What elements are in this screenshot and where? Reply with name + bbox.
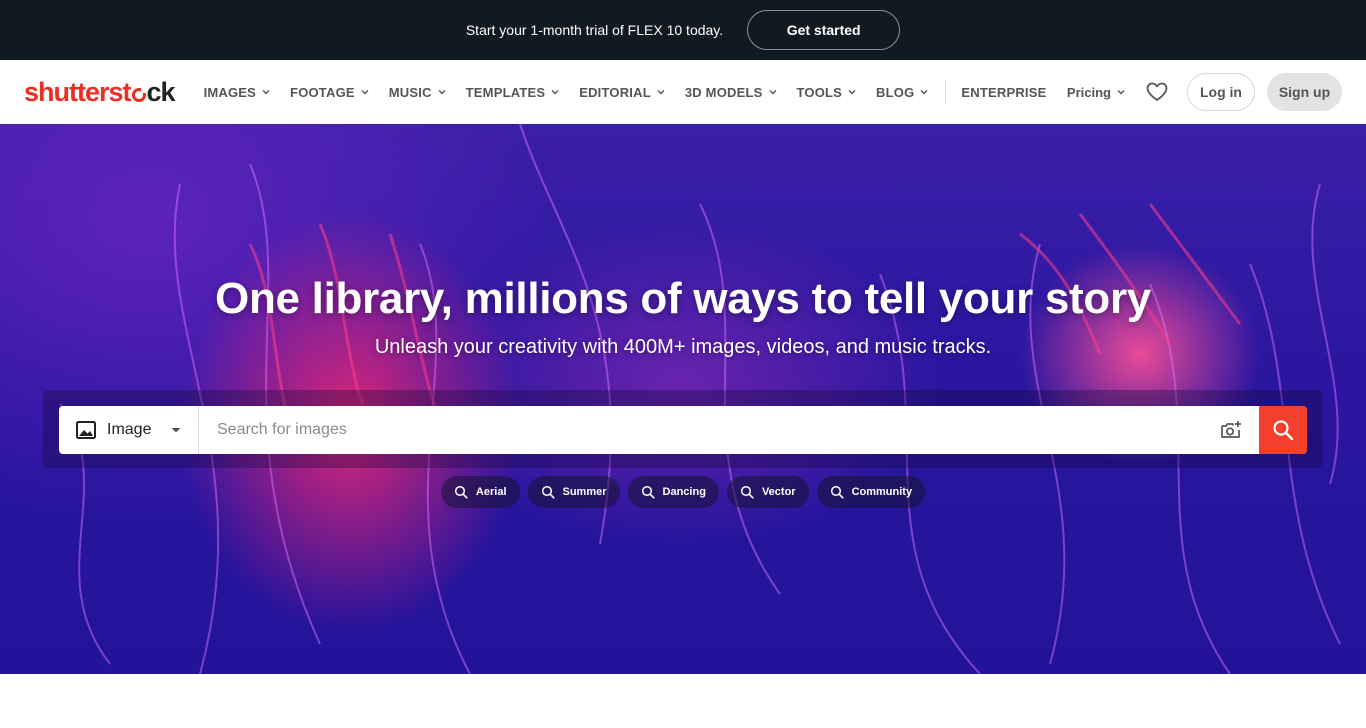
nav-divider (945, 80, 947, 104)
camera-search-icon (1221, 421, 1241, 438)
search-submit-button[interactable] (1259, 406, 1307, 454)
hero-subtitle: Unleash your creativity with 400M+ image… (374, 336, 992, 358)
nav-item-music[interactable]: MUSIC (380, 60, 457, 124)
nav-item-label: IMAGES (203, 84, 257, 100)
search-bar: Image (59, 406, 1307, 454)
logo-text-red: shutterst (24, 76, 132, 107)
hero-content: One library, millions of ways to tell yo… (0, 274, 1366, 359)
suggestion-label: Aerial (475, 486, 507, 498)
nav-item-label: FOOTAGE (290, 84, 355, 100)
get-started-button[interactable]: Get started (747, 10, 901, 50)
suggested-searches: Aerial Summer Dancing Vector Community (0, 476, 1366, 508)
nav-item-label: BLOG (876, 84, 915, 100)
suggestion-chip-vector[interactable]: Vector (726, 476, 809, 508)
suggestion-label: Dancing (662, 486, 706, 498)
chevron-down-icon (920, 90, 928, 95)
nav-item-label: 3D MODELS (684, 84, 763, 100)
suggestion-chip-summer[interactable]: Summer (527, 476, 620, 508)
nav-item-templates[interactable]: TEMPLATES (457, 60, 571, 124)
nav-item-3d-models[interactable]: 3D MODELS (676, 60, 788, 124)
promo-bar: Start your 1-month trial of FLEX 10 toda… (0, 0, 1366, 60)
media-type-label: Image (107, 421, 152, 438)
chevron-down-icon (769, 90, 776, 95)
hero-section: One library, millions of ways to tell yo… (0, 124, 1366, 674)
login-button[interactable]: Log in (1187, 73, 1255, 111)
nav-item-label: TEMPLATES (465, 84, 546, 100)
chevron-down-icon (848, 90, 856, 95)
suggestion-chip-community[interactable]: Community (816, 476, 926, 508)
search-icon (1273, 420, 1294, 441)
chevron-down-icon (657, 90, 665, 95)
suggestion-chip-aerial[interactable]: Aerial (440, 476, 520, 508)
logo-text-dark: ck (146, 76, 176, 107)
main-nav: IMAGES FOOTAGE MUSIC TEMPLATES EDITORIAL… (195, 60, 1056, 124)
suggestion-chip-dancing[interactable]: Dancing (627, 476, 719, 508)
search-icon (641, 485, 655, 499)
suggestion-label: Summer (562, 486, 607, 498)
search-icon (454, 485, 468, 499)
search-container: Image (43, 390, 1323, 468)
chevron-down-icon (361, 90, 369, 95)
search-icon (541, 485, 555, 499)
nav-item-tools[interactable]: TOOLS (788, 60, 868, 124)
shutterstock-logo[interactable]: shutterst ck (24, 76, 176, 108)
chevron-down-icon (1117, 90, 1125, 95)
search-icon (740, 485, 754, 499)
image-icon (76, 421, 96, 439)
pricing-menu[interactable]: Pricing (1067, 85, 1127, 100)
nav-item-label: TOOLS (796, 84, 843, 100)
nav-item-editorial[interactable]: EDITORIAL (570, 60, 676, 124)
nav-item-label: MUSIC (388, 84, 432, 100)
nav-item-label: ENTERPRISE (961, 84, 1047, 100)
promo-text: Start your 1-month trial of FLEX 10 toda… (465, 22, 724, 38)
heart-icon[interactable] (1145, 80, 1169, 104)
search-icon (830, 485, 844, 499)
site-header: shutterst ck IMAGES FOOTAGE MUSIC TEMPLAT… (0, 60, 1366, 124)
media-type-select[interactable]: Image (59, 406, 199, 454)
signup-button[interactable]: Sign up (1267, 73, 1342, 111)
search-by-image-button[interactable] (1203, 406, 1259, 454)
suggestion-label: Community (851, 486, 913, 498)
nav-item-enterprise[interactable]: ENTERPRISE (952, 60, 1055, 124)
nav-item-images[interactable]: IMAGES (195, 60, 281, 124)
caret-down-icon (171, 428, 181, 433)
chevron-down-icon (551, 90, 559, 95)
suggestion-label: Vector (761, 486, 796, 498)
hero-title: One library, millions of ways to tell yo… (215, 274, 1151, 323)
nav-item-label: EDITORIAL (579, 84, 651, 100)
header-actions: Pricing Log in Sign up (1067, 73, 1342, 111)
logo-o-mark (131, 87, 147, 102)
chevron-down-icon (262, 90, 270, 95)
pricing-label: Pricing (1066, 84, 1111, 100)
chevron-down-icon (438, 90, 446, 95)
nav-item-footage[interactable]: FOOTAGE (281, 60, 380, 124)
nav-item-blog[interactable]: BLOG (867, 60, 939, 124)
search-input[interactable] (199, 406, 1203, 454)
